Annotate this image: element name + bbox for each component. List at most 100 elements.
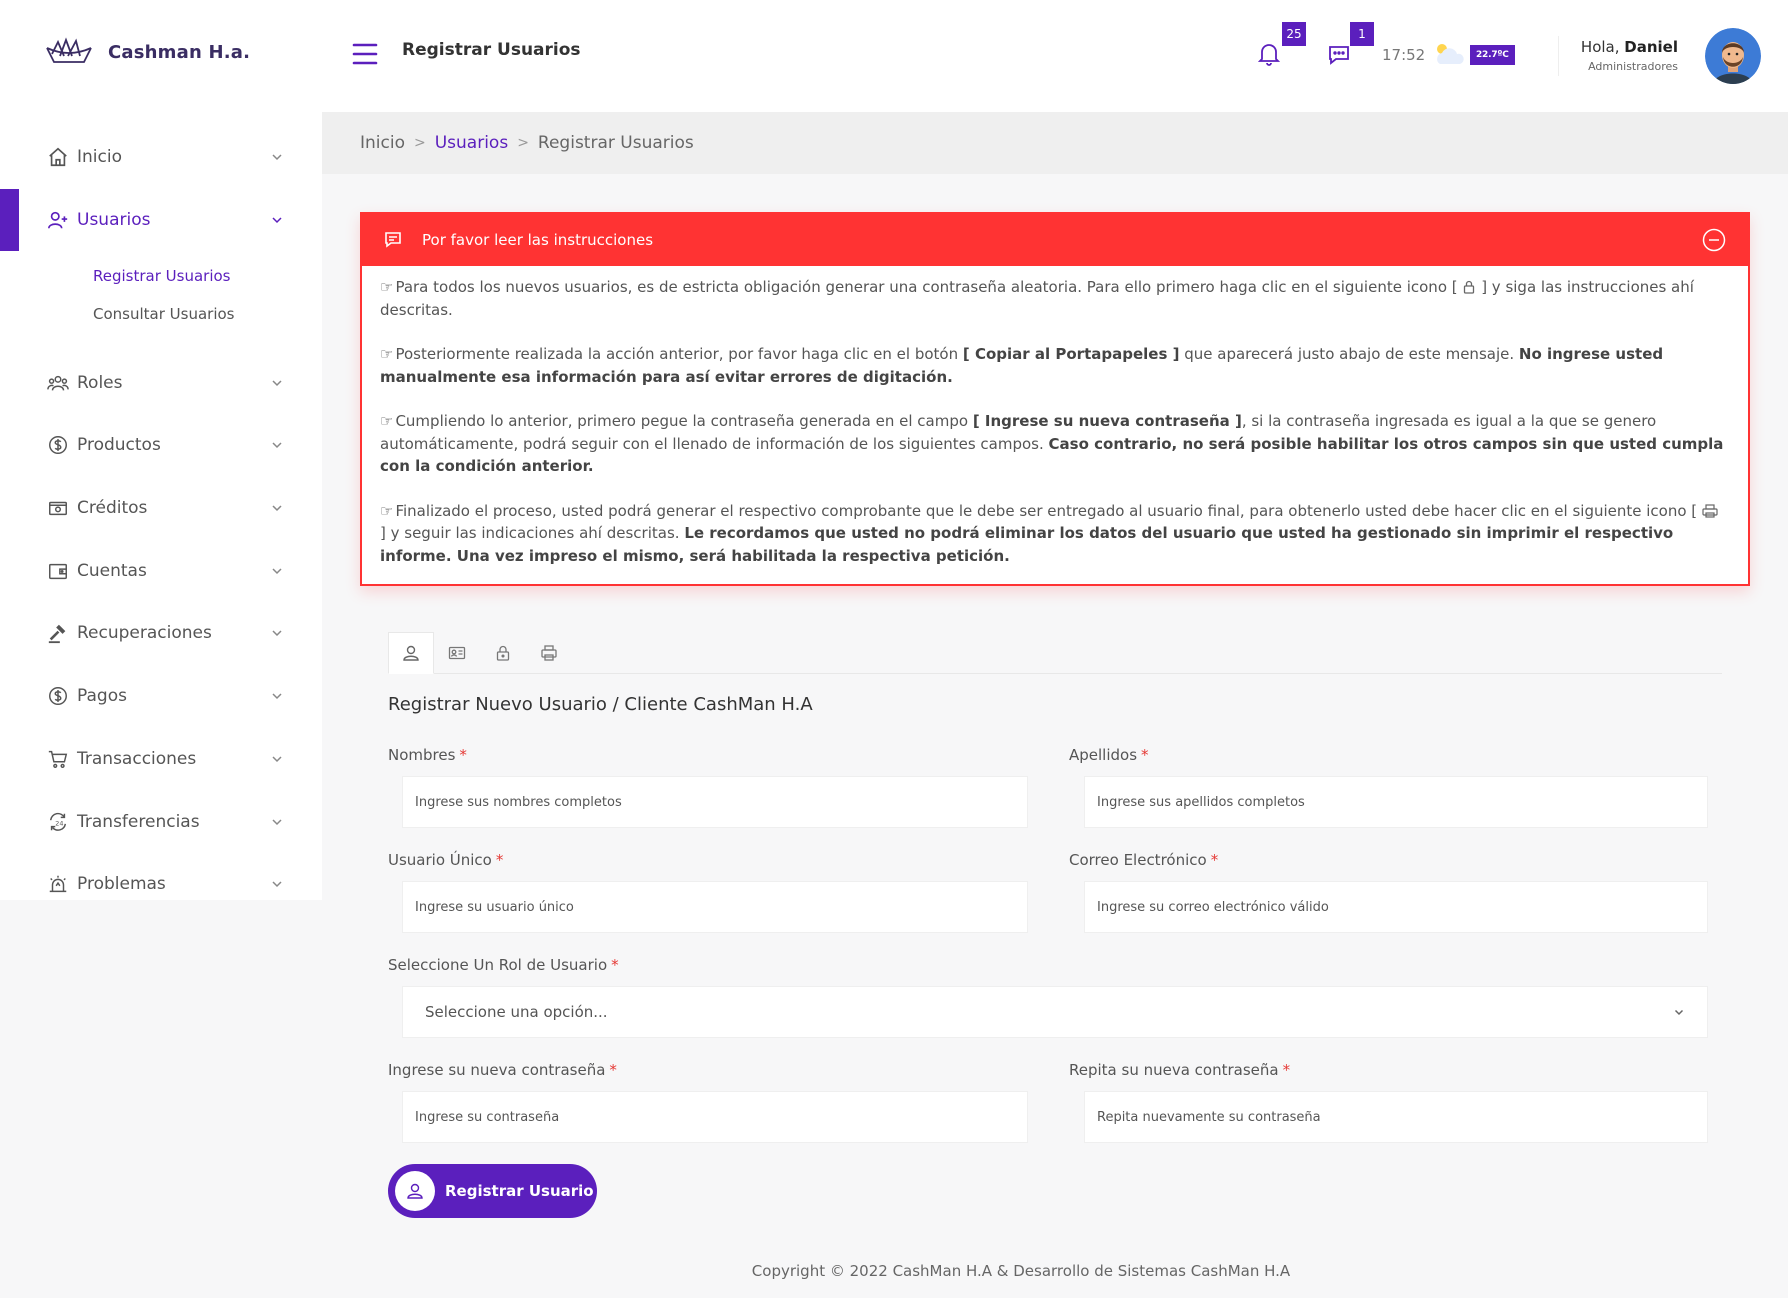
chevron-down-icon (270, 438, 284, 452)
sidebar-item-label: Roles (77, 372, 123, 393)
sidebar-item-label: Créditos (77, 498, 148, 519)
breadcrumb: Inicio > Usuarios > Registrar Usuarios (322, 112, 1788, 174)
breadcrumb-separator: > (413, 135, 426, 151)
chevron-down-icon (270, 376, 284, 390)
sidebar-item-creditos[interactable]: Créditos (0, 477, 322, 540)
temperature-badge: 22.7ºC (1470, 45, 1515, 65)
instruction-1: ☞ Para todos los nuevos usuarios, es de e… (380, 278, 1694, 319)
subitem-registrar-usuarios[interactable]: Registrar Usuarios (93, 257, 322, 295)
user-add-icon (47, 209, 69, 231)
instruction-4: ☞ Finalizado el proceso, usted podrá gene… (380, 500, 1728, 568)
tab-user[interactable] (388, 632, 434, 674)
sidebar-nav: Inicio Usuarios Registrar Usuarios Consu… (0, 126, 322, 916)
required-mark: * (611, 956, 619, 974)
sidebar-item-recuperaciones[interactable]: Recuperaciones (0, 602, 322, 665)
sidebar-item-label: Productos (77, 435, 161, 456)
required-mark: * (1210, 851, 1219, 869)
chat-icon[interactable] (1328, 44, 1350, 66)
hand-point-icon: ☞ (380, 501, 394, 520)
chevron-down-icon (270, 752, 284, 766)
greeting-prefix: Hola, (1580, 38, 1625, 56)
alarm-icon (47, 873, 69, 895)
sidebar-item-roles[interactable]: Roles (0, 351, 322, 414)
sidebar-item-cuentas[interactable]: Cuentas (0, 539, 322, 602)
apellidos-field[interactable] (1084, 776, 1708, 828)
instructions-alert: Por favor leer las instrucciones ☞ Para t… (360, 212, 1750, 586)
sidebar-item-transferencias[interactable]: 24 Transferencias (0, 790, 322, 853)
instruction-3: ☞ Cumpliendo lo anterior, primero pegue l… (380, 412, 1724, 475)
usuario-field[interactable] (402, 881, 1028, 933)
id-card-icon (448, 644, 466, 662)
sidebar-item-label: Cuentas (77, 560, 147, 581)
repeat-password-field[interactable] (1084, 1091, 1708, 1143)
usuario-label: Usuario Único * (388, 851, 504, 869)
chevron-down-icon (270, 689, 284, 703)
user-greeting: Hola, Daniel Administradores (1581, 38, 1678, 73)
page-title: Registrar Usuarios (402, 40, 581, 60)
nombres-label: Nombres * (388, 746, 467, 764)
sidebar-item-problemas[interactable]: Problemas (0, 853, 322, 916)
sidebar-item-label: Problemas (77, 874, 166, 895)
clock-time: 17:52 (1382, 46, 1426, 64)
sidebar-item-label: Usuarios (77, 210, 151, 231)
lock-icon (494, 644, 512, 662)
messages-badge: 1 (1350, 22, 1374, 46)
rol-label: Seleccione Un Rol de Usuario * (388, 956, 619, 974)
sidebar-item-transacciones[interactable]: Transacciones (0, 728, 322, 791)
chevron-down-icon (270, 150, 284, 164)
sidebar-item-inicio[interactable]: Inicio (0, 126, 322, 189)
brand[interactable]: Cashman H.a. (44, 36, 250, 68)
breadcrumb-usuarios[interactable]: Usuarios (435, 133, 508, 153)
chevron-down-icon (270, 815, 284, 829)
required-mark: * (1141, 746, 1149, 764)
breadcrumb-home[interactable]: Inicio (360, 133, 405, 153)
email-field[interactable] (1084, 881, 1708, 933)
cart-icon (47, 748, 69, 770)
password-label: Ingrese su nueva contraseña * (388, 1061, 617, 1079)
required-mark: * (609, 1061, 617, 1079)
usuarios-submenu: Registrar Usuarios Consultar Usuarios (0, 251, 322, 351)
form-tabs (388, 632, 1722, 674)
avatar[interactable] (1705, 28, 1761, 84)
dollar-circle-icon (47, 434, 69, 456)
user-icon (395, 1171, 435, 1211)
topbar: Registrar Usuarios 25 1 17:52 22.7ºC Hol… (322, 0, 1788, 112)
sidebar-item-label: Inicio (77, 147, 122, 168)
tab-id-card[interactable] (434, 632, 480, 674)
sidebar-item-productos[interactable]: Productos (0, 414, 322, 477)
sidebar-item-usuarios[interactable]: Usuarios (0, 188, 322, 252)
required-mark: * (495, 851, 504, 869)
password-field[interactable] (402, 1091, 1028, 1143)
users-group-icon (47, 372, 69, 394)
alert-header: Por favor leer las instrucciones (362, 214, 1748, 266)
menu-toggle-icon[interactable] (352, 42, 378, 66)
sidebar-item-label: Transferencias (77, 811, 200, 832)
divider (1558, 36, 1559, 76)
form-title: Registrar Nuevo Usuario / Cliente CashMa… (388, 694, 813, 715)
wallet-icon (47, 497, 69, 519)
apellidos-label: Apellidos * (1069, 746, 1149, 764)
sidebar-item-label: Pagos (77, 686, 127, 707)
repeat-password-label: Repita su nueva contraseña * (1069, 1061, 1291, 1079)
nombres-field[interactable] (402, 776, 1028, 828)
register-user-label: Registrar Usuario (445, 1182, 594, 1200)
alert-title: Por favor leer las instrucciones (422, 231, 654, 249)
notifications-badge: 25 (1282, 22, 1306, 46)
sidebar-item-label: Transacciones (77, 748, 197, 769)
tab-print[interactable] (526, 632, 572, 674)
register-user-button[interactable]: Registrar Usuario (388, 1164, 597, 1218)
tab-password[interactable] (480, 632, 526, 674)
collapse-icon[interactable] (1702, 228, 1726, 252)
lock-icon (1462, 280, 1476, 294)
role-select-value: Seleccione una opción... (425, 1003, 608, 1021)
role-select[interactable]: Seleccione una opción... (402, 986, 1708, 1038)
gavel-icon (47, 622, 69, 644)
bell-icon[interactable] (1258, 42, 1280, 66)
printer-icon (540, 644, 558, 662)
instruction-2: ☞ Posteriormente realizada la acción ante… (380, 345, 1664, 386)
alert-body: ☞ Para todos los nuevos usuarios, es de e… (362, 266, 1748, 567)
user-name: Daniel (1624, 38, 1678, 56)
brand-name: Cashman H.a. (108, 41, 251, 63)
subitem-consultar-usuarios[interactable]: Consultar Usuarios (93, 295, 322, 333)
sidebar-item-pagos[interactable]: Pagos (0, 665, 322, 728)
